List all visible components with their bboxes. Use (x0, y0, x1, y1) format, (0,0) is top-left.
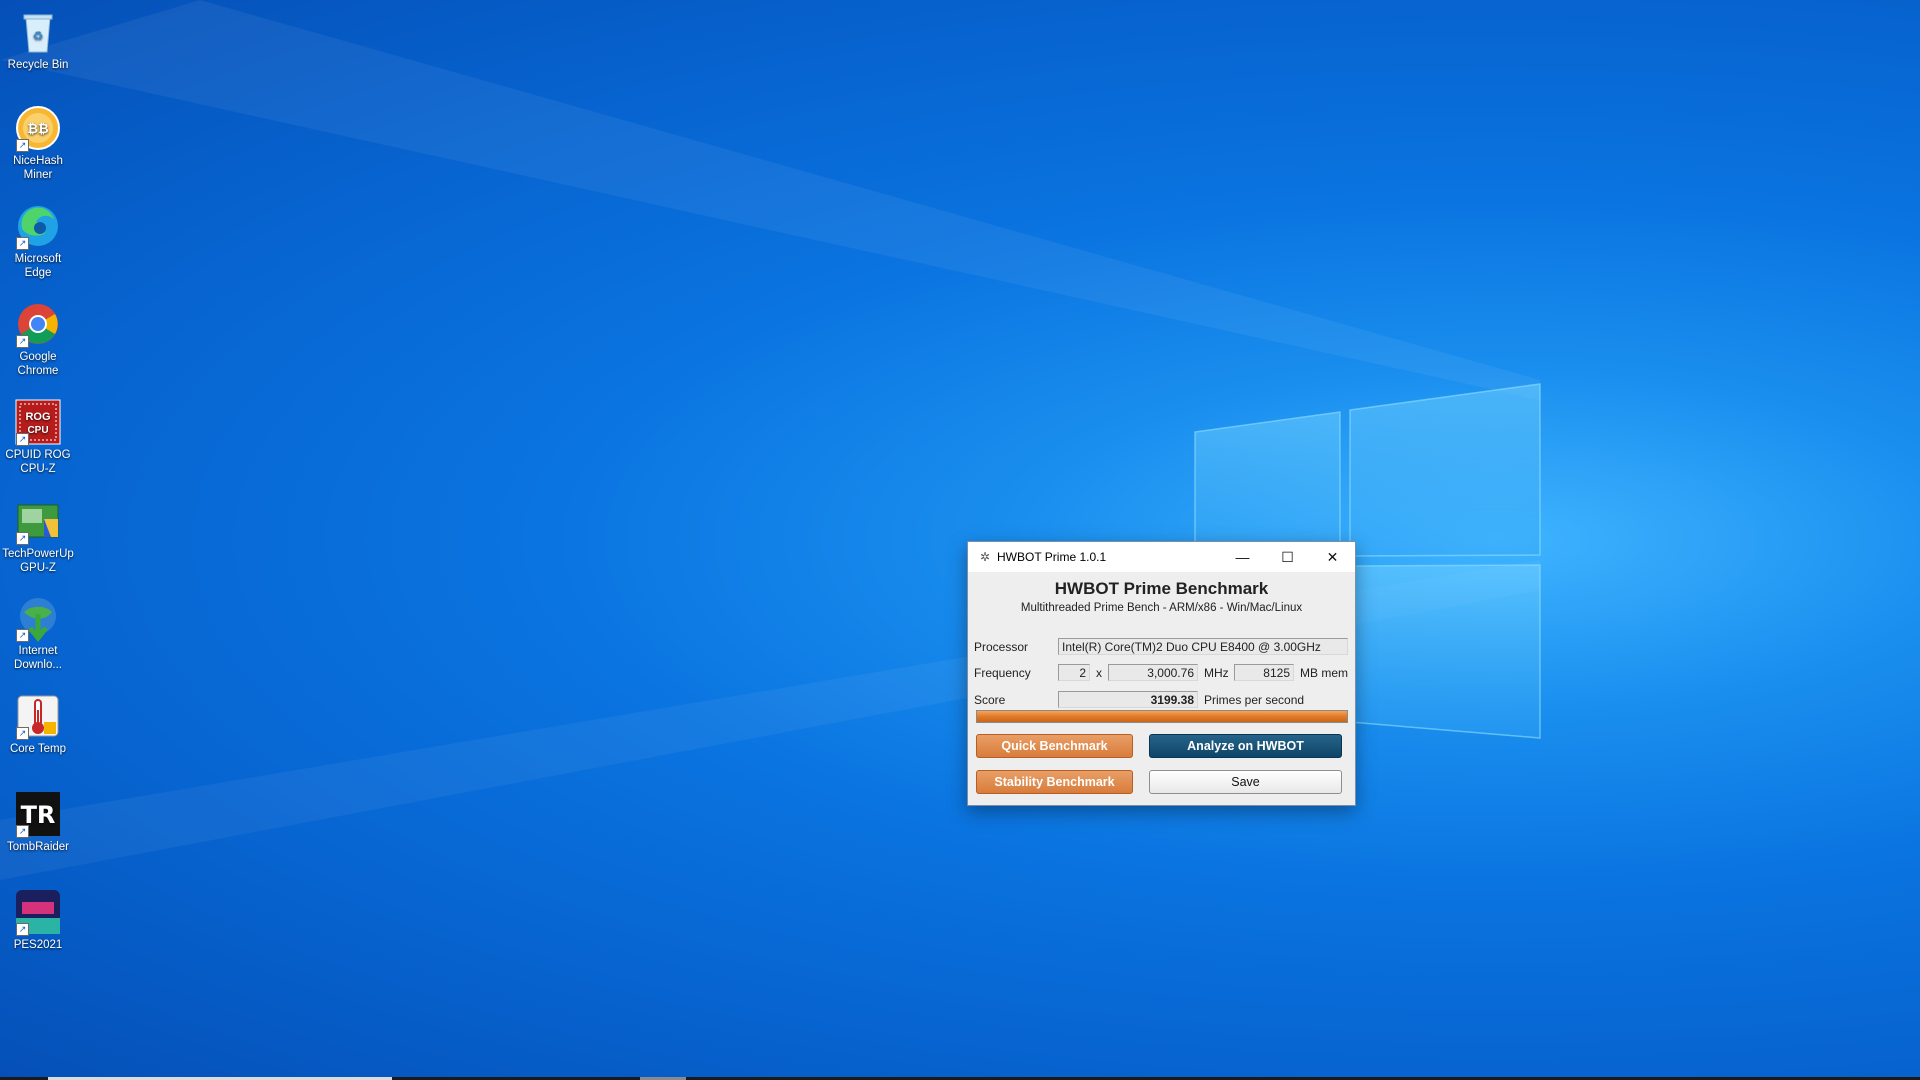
memory-unit-label: MB mem (1300, 666, 1348, 680)
desktop-icon-label: Microsoft Edge (14, 253, 62, 279)
benchmark-progress-bar (976, 710, 1348, 723)
desktop-icon-nicehash[interactable]: ₿₿ ↗ NiceHash Miner (0, 104, 76, 182)
desktop-icon-gpuz[interactable]: ↗ TechPowerUp GPU-Z (0, 497, 76, 575)
shortcut-arrow-icon: ↗ (16, 433, 29, 446)
save-button[interactable]: Save (1149, 770, 1342, 794)
desktop-icon-label: TechPowerUp GPU-Z (2, 548, 74, 574)
cores-field: 2 (1058, 664, 1090, 681)
desktop-icon-tombraider[interactable]: TR ↗ TombRaider (0, 790, 76, 854)
desktop-icon-label: CPUID ROG CPU-Z (5, 449, 71, 475)
tombraider-icon: TR ↗ (14, 790, 62, 838)
benchmark-subheading: Multithreaded Prime Bench - ARM/x86 - Wi… (1020, 602, 1303, 614)
gpuz-icon: ↗ (14, 497, 62, 545)
frequency-field: 3,000.76 (1108, 664, 1198, 681)
maximize-button[interactable]: ☐ (1265, 542, 1310, 572)
score-field: 3199.38 (1058, 691, 1198, 708)
hwbot-app-icon: ✲ (979, 550, 991, 564)
shortcut-arrow-icon: ↗ (16, 727, 29, 740)
desktop-icon-label: TombRaider (7, 841, 69, 853)
desktop-icon-edge[interactable]: ↗ Microsoft Edge (0, 202, 76, 280)
svg-text:ROG: ROG (25, 411, 50, 423)
shortcut-arrow-icon: ↗ (16, 629, 29, 642)
edge-icon: ↗ (14, 202, 62, 250)
coretemp-icon: ↗ (14, 692, 62, 740)
desktop-icon-label: Google Chrome (17, 351, 59, 377)
quick-benchmark-button[interactable]: Quick Benchmark (976, 734, 1133, 758)
shortcut-arrow-icon: ↗ (16, 923, 29, 936)
score-label: Score (974, 693, 1006, 707)
shortcut-arrow-icon: ↗ (16, 139, 29, 152)
desktop-icon-pes2021[interactable]: ↗ PES2021 (0, 888, 76, 952)
pes2021-icon: ↗ (14, 888, 62, 936)
close-button[interactable]: ✕ (1310, 542, 1355, 572)
progress-fill (977, 711, 1347, 722)
desktop-icon-label: Internet Downlo... (14, 645, 62, 671)
idm-icon: ↗ (14, 594, 62, 642)
window-content: HWBOT Prime Benchmark Multithreaded Prim… (968, 572, 1355, 805)
shortcut-arrow-icon: ↗ (16, 335, 29, 348)
processor-field: Intel(R) Core(TM)2 Duo CPU E8400 @ 3.00G… (1058, 638, 1348, 655)
hwbot-prime-window: ✲ HWBOT Prime 1.0.1 — ☐ ✕ HWBOT Prime Be… (967, 541, 1356, 806)
window-title: HWBOT Prime 1.0.1 (997, 550, 1107, 564)
memory-field: 8125 (1234, 664, 1294, 681)
desktop-icon-coretemp[interactable]: ↗ Core Temp (0, 692, 76, 756)
minimize-button[interactable]: — (1220, 542, 1265, 572)
cpuz-icon: ROG CPU ↗ (14, 398, 62, 446)
svg-text:CPU: CPU (27, 425, 48, 436)
stability-benchmark-button[interactable]: Stability Benchmark (976, 770, 1133, 794)
chrome-icon: ↗ (14, 300, 62, 348)
mhz-label: MHz (1204, 666, 1229, 680)
score-unit-label: Primes per second (1204, 693, 1305, 707)
benchmark-heading: HWBOT Prime Benchmark (1054, 579, 1269, 598)
desktop-icon-chrome[interactable]: ↗ Google Chrome (0, 300, 76, 378)
desktop-icon-label: Recycle Bin (7, 59, 69, 71)
desktop-icon-label: Core Temp (9, 743, 67, 755)
desktop-icon-label: PES2021 (13, 939, 63, 951)
desktop-icon-idm[interactable]: ↗ Internet Downlo... (0, 594, 76, 672)
shortcut-arrow-icon: ↗ (16, 532, 29, 545)
shortcut-arrow-icon: ↗ (16, 825, 29, 838)
processor-label: Processor (974, 640, 1029, 654)
desktop-icon-cpuz[interactable]: ROG CPU ↗ CPUID ROG CPU-Z (0, 398, 76, 476)
desktop-wallpaper (0, 0, 1541, 880)
desktop-icon-label: NiceHash Miner (13, 155, 63, 181)
svg-text:₿₿: ₿₿ (27, 121, 48, 136)
nicehash-icon: ₿₿ ↗ (14, 104, 62, 152)
recycle-bin-icon: ♻ (14, 8, 62, 56)
multiplier-sign: x (1096, 666, 1102, 680)
svg-text:♻: ♻ (33, 29, 44, 43)
analyze-on-hwbot-button[interactable]: Analyze on HWBOT (1149, 734, 1342, 758)
frequency-label: Frequency (974, 666, 1031, 680)
desktop-icon-recycle-bin[interactable]: ♻ Recycle Bin (0, 8, 76, 72)
shortcut-arrow-icon: ↗ (16, 237, 29, 250)
window-titlebar[interactable]: ✲ HWBOT Prime 1.0.1 — ☐ ✕ (968, 542, 1355, 572)
